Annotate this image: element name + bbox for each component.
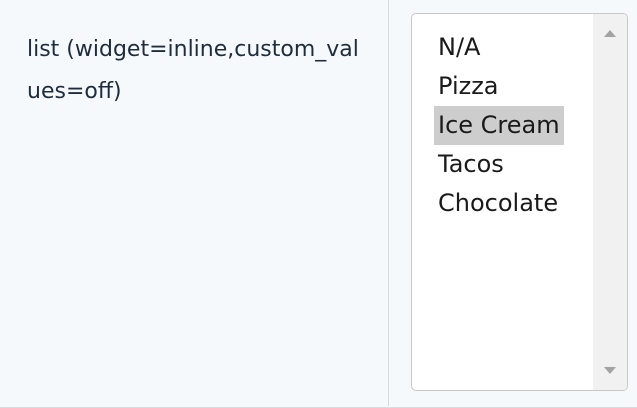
option-tacos[interactable]: Tacos — [434, 145, 508, 184]
option-item-wrapper: N/A — [438, 28, 588, 67]
option-chocolate[interactable]: Chocolate — [434, 184, 562, 223]
option-item-wrapper: Pizza — [438, 67, 588, 106]
option-na[interactable]: N/A — [434, 28, 484, 67]
inline-list-select[interactable]: N/A Pizza Ice Cream Tacos Chocolate — [411, 13, 628, 391]
value-cell: N/A Pizza Ice Cream Tacos Chocolate — [390, 0, 637, 406]
vertical-scrollbar[interactable] — [593, 14, 627, 390]
field-label: list (widget=inline,custom_values=off) — [27, 37, 359, 104]
option-item-wrapper: Tacos — [438, 145, 588, 184]
option-list: N/A Pizza Ice Cream Tacos Chocolate — [434, 28, 588, 223]
option-ice-cream[interactable]: Ice Cream — [434, 106, 564, 145]
triangle-down-icon[interactable] — [604, 367, 616, 374]
option-item-wrapper: Chocolate — [438, 184, 588, 223]
triangle-up-icon[interactable] — [604, 30, 616, 37]
option-item-wrapper: Ice Cream — [434, 106, 588, 145]
form-row: list (widget=inline,custom_values=off) N… — [0, 0, 637, 408]
option-pizza[interactable]: Pizza — [434, 67, 503, 106]
label-cell: list (widget=inline,custom_values=off) — [0, 0, 389, 406]
